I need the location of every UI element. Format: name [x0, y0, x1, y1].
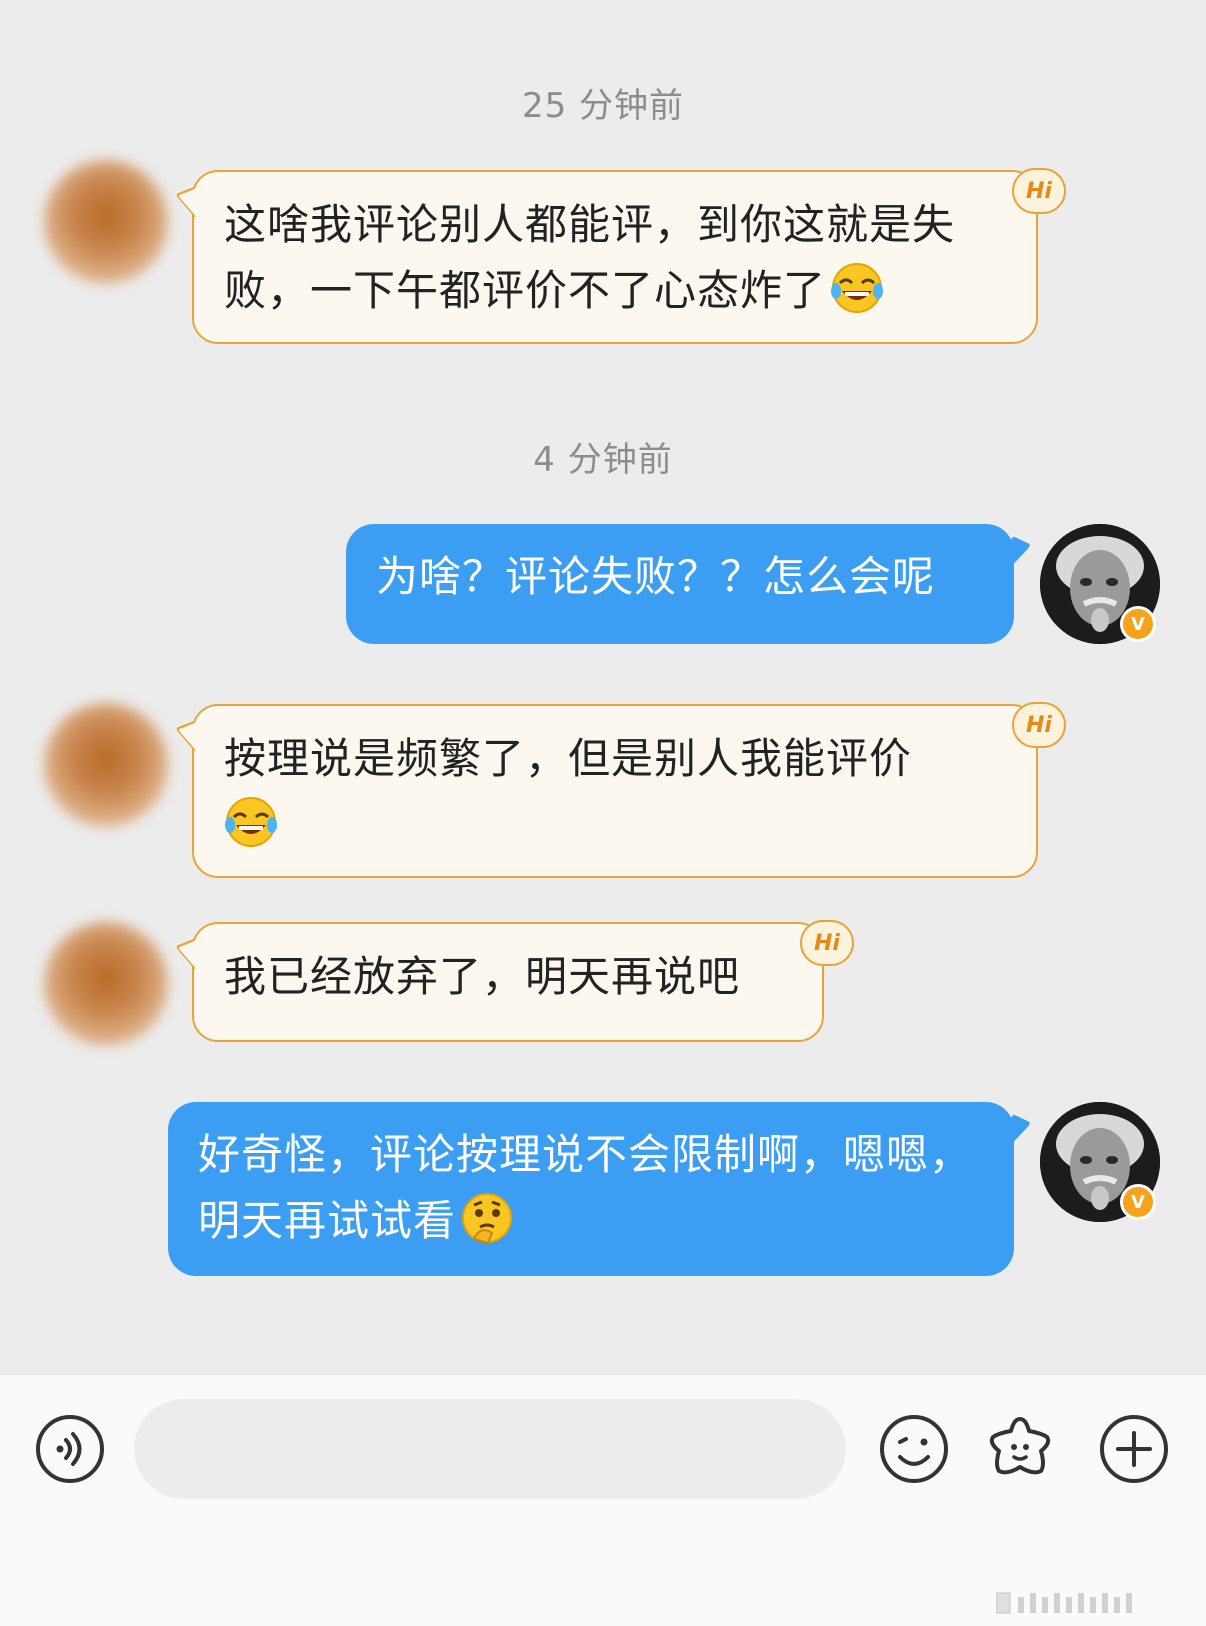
timestamp: 25 分钟前	[521, 86, 685, 126]
message-bubble-incoming[interactable]: 按理说是频繁了，但是别人我能评价	[174, 704, 1038, 878]
message-bubble-outgoing[interactable]: 为啥？评论失败？？怎么会呢	[346, 524, 1032, 644]
contact-avatar[interactable]	[44, 703, 168, 827]
hi-badge-icon: Hi	[1012, 168, 1066, 214]
hi-badge-icon: Hi	[800, 920, 854, 966]
message-input[interactable]	[134, 1399, 846, 1499]
voice-icon[interactable]	[34, 1413, 106, 1485]
message-text: 好奇怪，评论按理说不会限制啊，嗯嗯，明天再试试看	[198, 1130, 973, 1245]
message-bubble-outgoing[interactable]: 好奇怪，评论按理说不会限制啊，嗯嗯，明天再试试看	[168, 1102, 1032, 1276]
emoji-icon[interactable]	[878, 1413, 950, 1485]
plus-icon[interactable]	[1098, 1413, 1170, 1485]
message-text: 我已经放弃了，明天再说吧	[224, 952, 741, 1001]
hi-badge-icon: Hi	[1012, 702, 1066, 748]
laugh-cry-emoji-icon	[225, 797, 277, 847]
contact-avatar[interactable]	[44, 160, 168, 284]
message-text: 按理说是频繁了，但是别人我能评价	[224, 734, 913, 783]
timestamp: 4 分钟前	[533, 440, 673, 480]
message-text: 为啥？评论失败？？怎么会呢	[376, 552, 936, 601]
sticker-star-icon[interactable]	[984, 1413, 1056, 1485]
laugh-cry-emoji-icon	[831, 263, 884, 313]
input-bar	[0, 1374, 1206, 1626]
message-bubble-incoming[interactable]: 这啥我评论别人都能评，到你这就是失败，一下午都评价不了心态炸了	[174, 170, 1038, 344]
message-bubble-incoming[interactable]: 我已经放弃了，明天再说吧	[174, 922, 824, 1042]
watermark-bars	[996, 1592, 1132, 1614]
verified-badge-icon: V	[1120, 606, 1156, 642]
thinking-emoji-icon	[462, 1193, 513, 1245]
contact-avatar[interactable]	[44, 922, 168, 1046]
verified-badge-icon: V	[1120, 1184, 1156, 1220]
